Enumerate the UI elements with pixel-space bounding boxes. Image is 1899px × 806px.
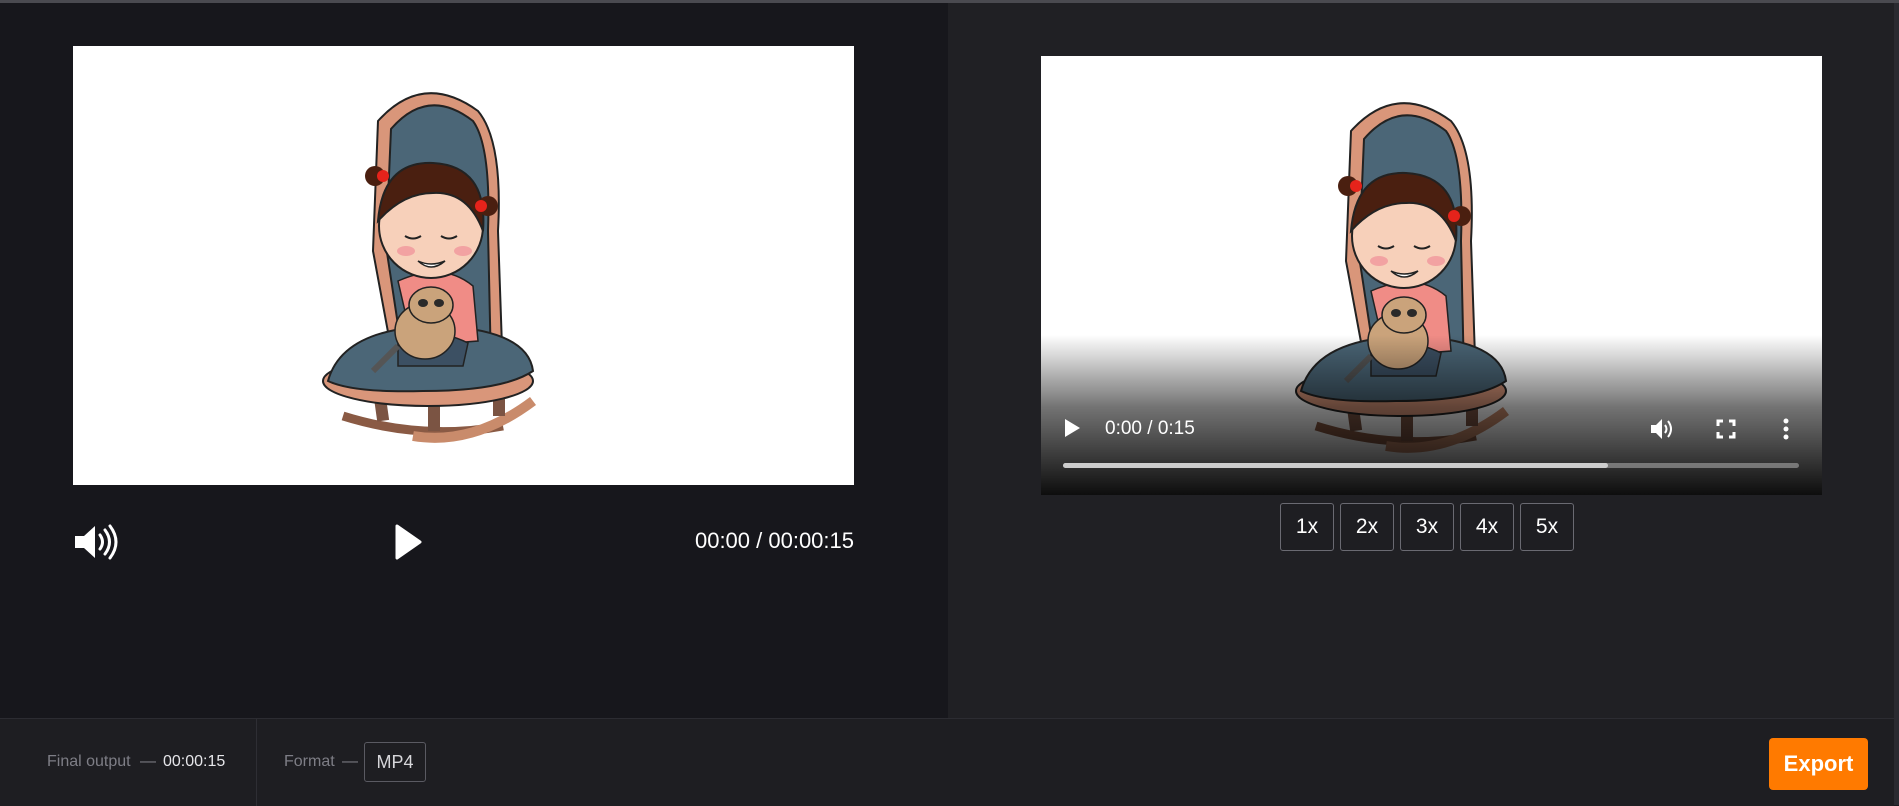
- export-footer-bar: Final output — 00:00:15 Format — MP4 Exp…: [0, 718, 1894, 806]
- speed-button-3x[interactable]: 3x: [1400, 503, 1454, 551]
- format-label: Format: [284, 753, 335, 770]
- output-video-player[interactable]: 0:00 / 0:15: [1041, 56, 1822, 495]
- girl-in-rocking-chair-illustration: [322, 92, 536, 443]
- editor-play-button[interactable]: [392, 522, 424, 562]
- editor-volume-button[interactable]: [73, 522, 119, 562]
- export-button[interactable]: Export: [1769, 738, 1868, 790]
- more-vertical-icon[interactable]: [1782, 418, 1790, 440]
- window-right-edge: [1894, 3, 1899, 805]
- speed-button-1x[interactable]: 1x: [1280, 503, 1334, 551]
- format-separator: —: [342, 753, 358, 770]
- play-icon[interactable]: [1063, 418, 1081, 438]
- final-output-label: Final output: [47, 753, 131, 770]
- editor-time-readout: 00:00 / 00:00:15: [694, 528, 854, 553]
- format-selector[interactable]: MP4: [364, 742, 426, 782]
- fullscreen-icon[interactable]: [1716, 419, 1736, 439]
- speed-button-2x[interactable]: 2x: [1340, 503, 1394, 551]
- editor-preview-canvas[interactable]: [73, 46, 854, 485]
- speed-button-5x[interactable]: 5x: [1520, 503, 1574, 551]
- volume-icon[interactable]: [1650, 417, 1676, 441]
- video-time-display: 0:00 / 0:15: [1105, 418, 1195, 439]
- video-buffered-progress: [1063, 463, 1608, 468]
- final-output-duration: 00:00:15: [163, 753, 226, 770]
- speed-button-4x[interactable]: 4x: [1460, 503, 1514, 551]
- volume-high-icon: [75, 524, 118, 560]
- footer-divider: [256, 719, 257, 806]
- final-output-separator: —: [140, 753, 156, 770]
- playback-speed-options: 1x 2x 3x 4x 5x: [1280, 503, 1574, 551]
- video-seek-bar[interactable]: [1063, 463, 1799, 468]
- play-icon: [395, 524, 422, 560]
- video-controls-gradient: [1041, 335, 1822, 495]
